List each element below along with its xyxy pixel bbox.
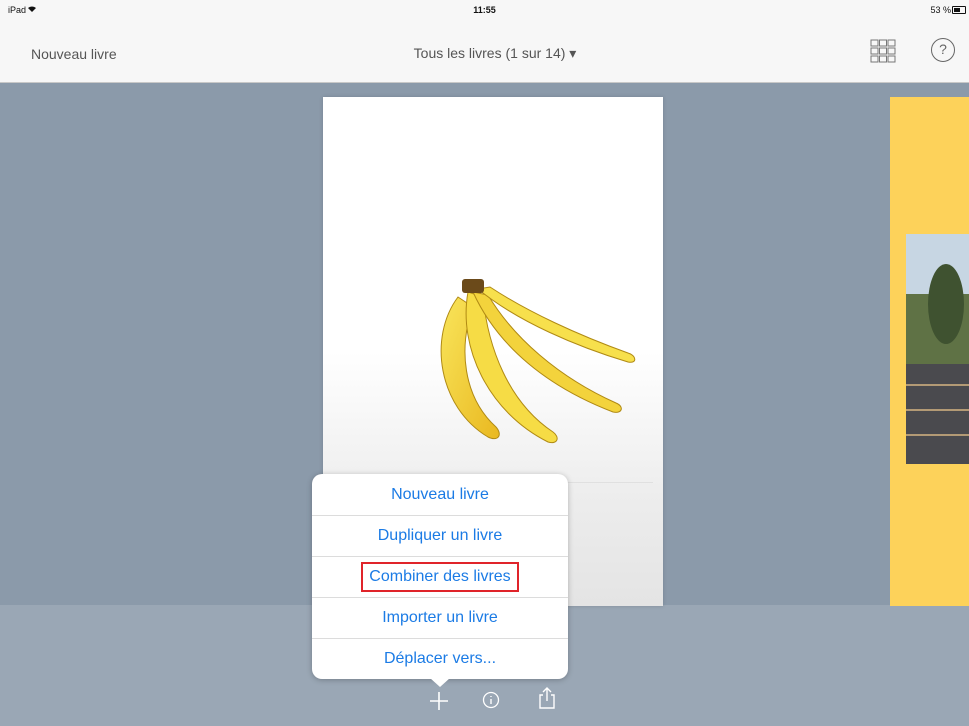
battery-percent: 53 % [930,5,951,15]
menu-item-label: Nouveau livre [391,486,489,503]
share-icon[interactable] [537,686,557,715]
nav-bar: Nouveau livre Tous les livres (1 sur 14)… [0,22,969,83]
menu-item-label: Dupliquer un livre [377,527,503,544]
status-bar: iPad 11:55 53 % [0,0,969,22]
grid-icon[interactable] [869,38,897,64]
book-cover-next[interactable] [890,97,969,606]
banana-image [440,279,636,444]
menu-item-combine-books[interactable]: Combiner des livres [312,556,568,598]
menu-item-import-book[interactable]: Importer un livre [312,597,568,639]
clock: 11:55 [473,5,496,15]
battery-icon [952,6,966,14]
help-icon[interactable]: ? [931,38,955,62]
menu-item-label: Importer un livre [382,609,498,626]
info-icon[interactable] [482,691,500,714]
plus-icon[interactable] [429,691,449,716]
popover-arrow [430,678,450,687]
add-book-popover: Nouveau livre Dupliquer un livre Combine… [312,474,568,687]
menu-item-move-to[interactable]: Déplacer vers... [312,638,568,679]
photo-thumbnail [906,234,969,464]
highlight-box: Combiner des livres [361,562,519,592]
menu-item-label: Déplacer vers... [383,650,497,667]
menu-item-duplicate-book[interactable]: Dupliquer un livre [312,515,568,557]
all-books-title[interactable]: Tous les livres (1 sur 14) ▾ [0,45,969,62]
menu-item-new-book[interactable]: Nouveau livre [312,474,568,516]
